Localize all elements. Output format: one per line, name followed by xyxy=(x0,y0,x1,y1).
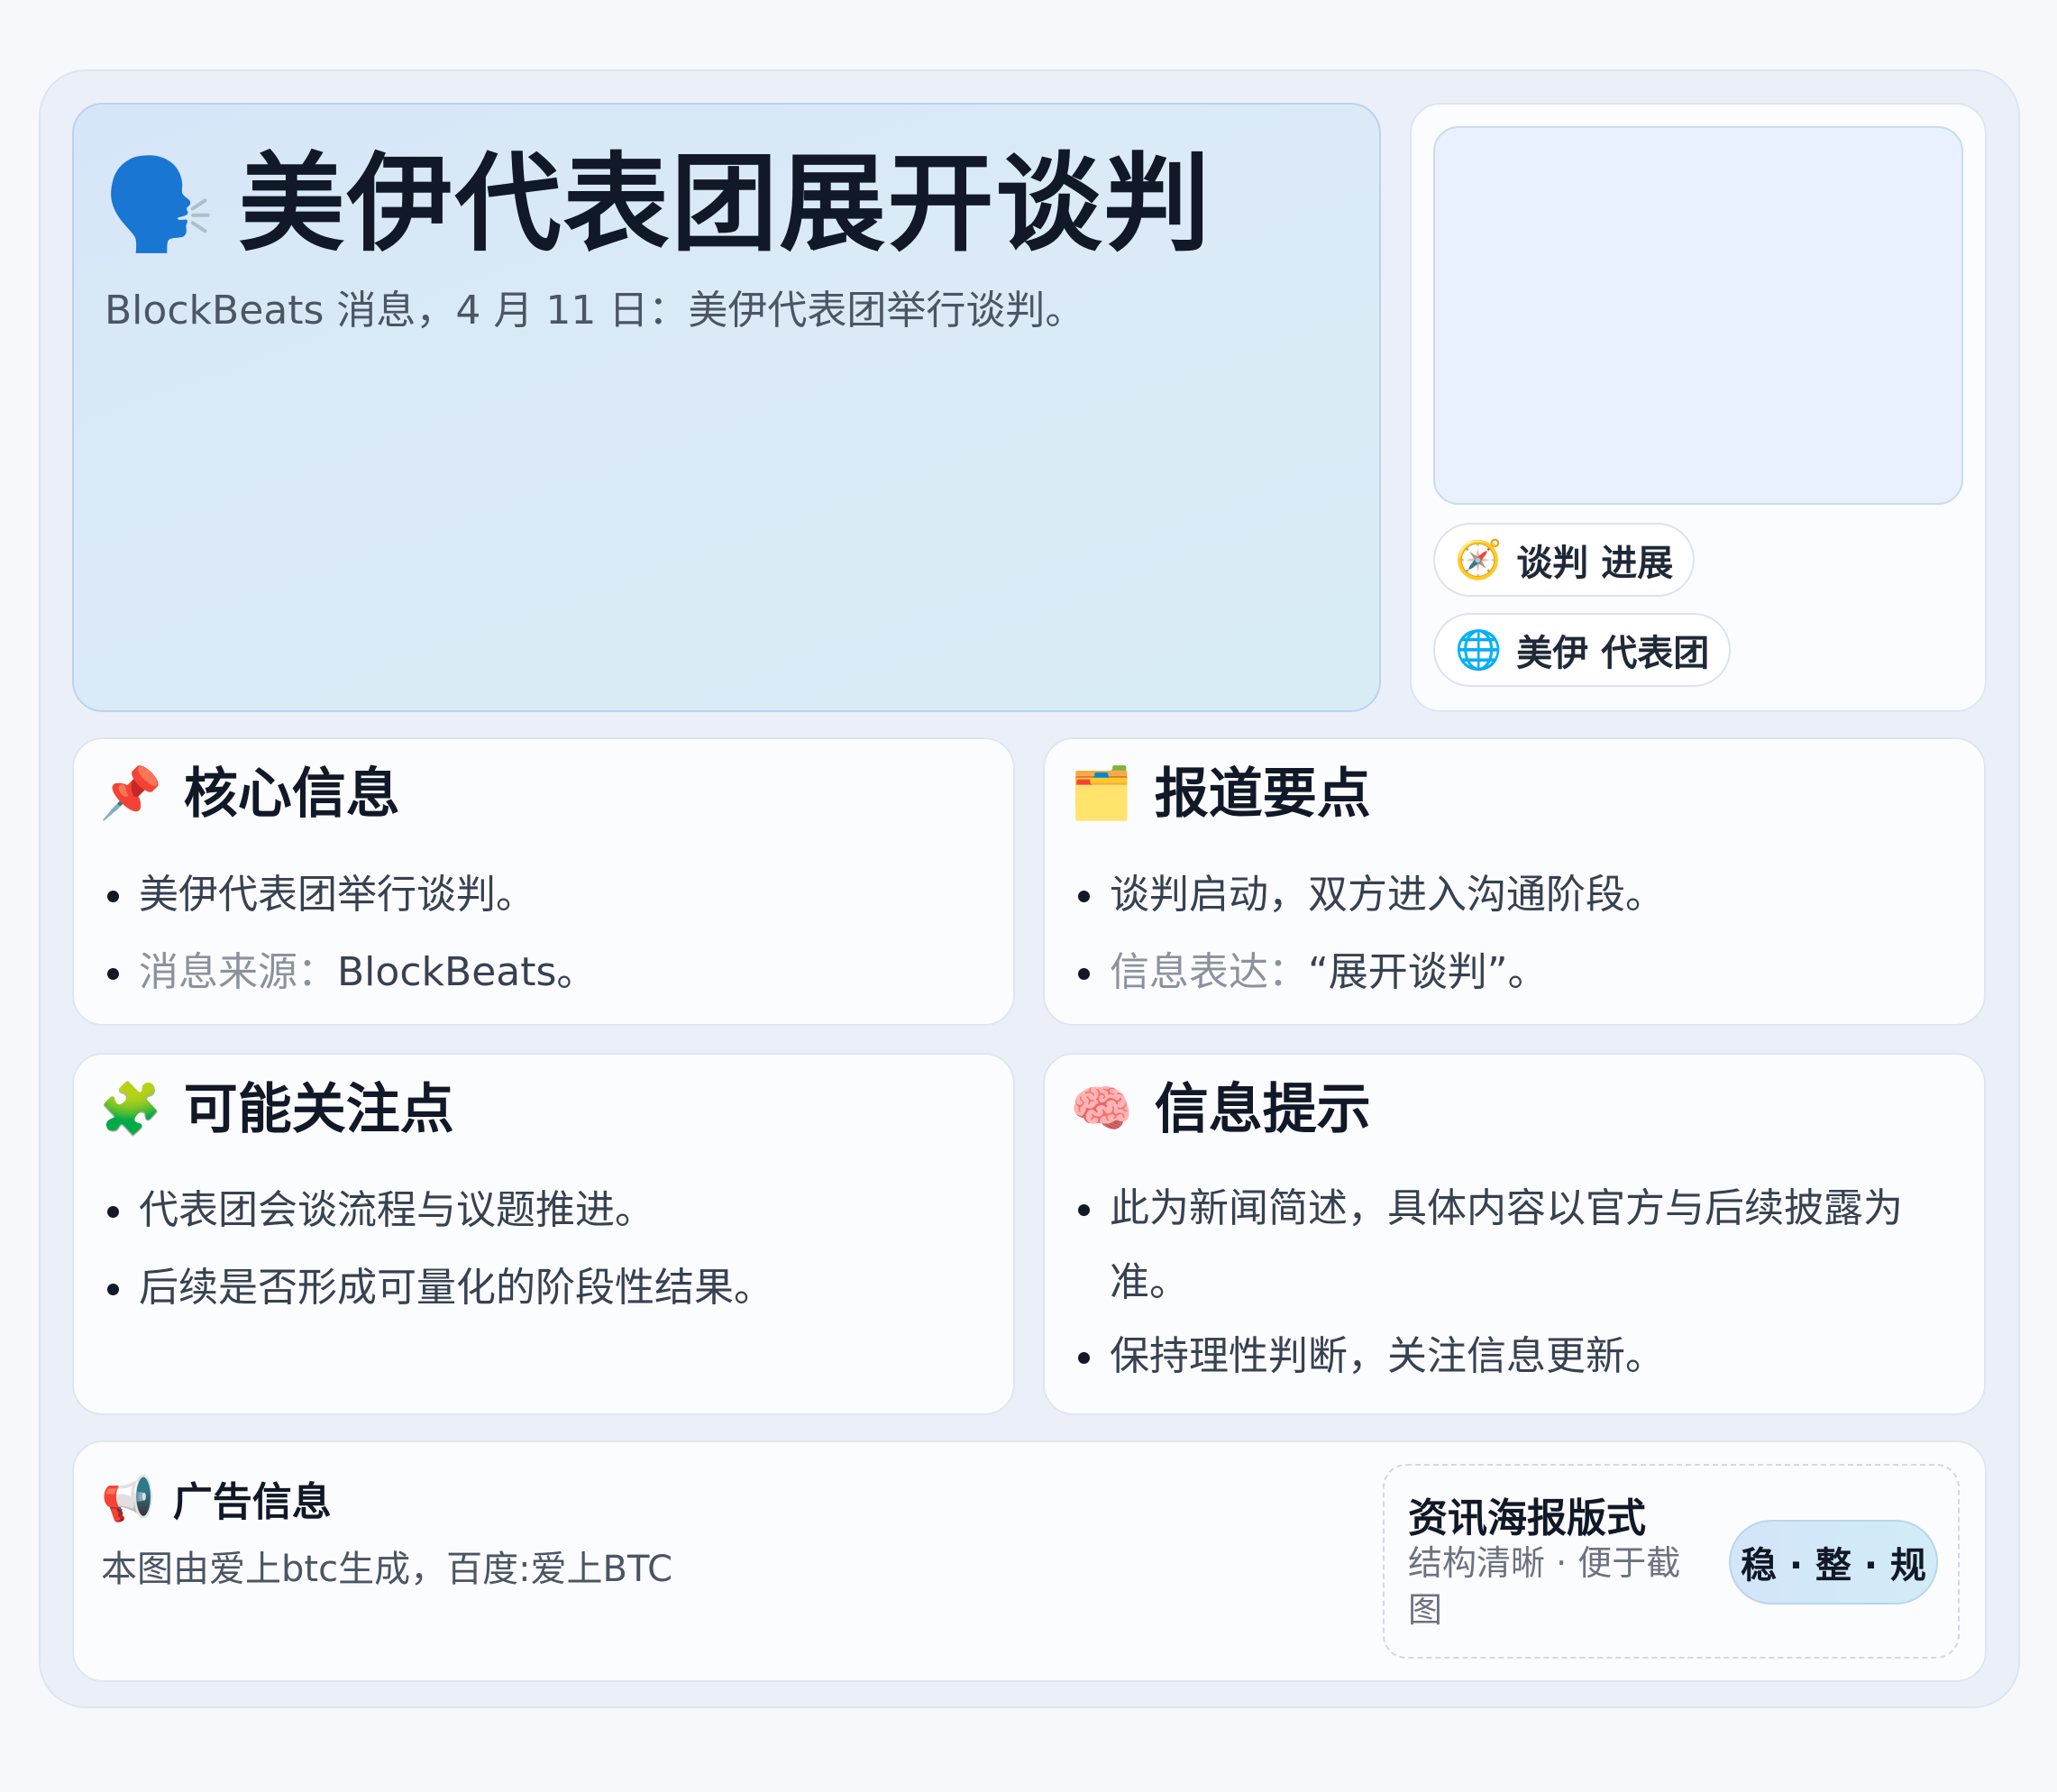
speaking-head-icon: 🗣️ xyxy=(103,151,215,257)
bullet-list: 美伊代表团举行谈判。 消息来源：BlockBeats。 xyxy=(137,856,977,1011)
list-item: 谈判启动，双方进入沟通阶段。 xyxy=(1108,856,1948,934)
compass-icon: 🧭 xyxy=(1455,537,1503,581)
list-item: 代表团会谈流程与议题推进。 xyxy=(137,1172,977,1249)
card-title-text: 报道要点 xyxy=(1154,763,1371,826)
tag-label: 谈判 进展 xyxy=(1516,543,1674,584)
card-focus-points: 🧩 可能关注点 代表团会谈流程与议题推进。 后续是否形成可量化的阶段性结果。 xyxy=(72,1053,1015,1415)
hero-title-row: 🗣️ 美伊代表团展开谈判 xyxy=(103,141,1212,269)
list-item: 信息表达：“展开谈判”。 xyxy=(1108,934,1948,1011)
ad-text: 本图由爱上btc生成，百度:爱上BTC xyxy=(101,1549,673,1590)
card-title-text: 可能关注点 xyxy=(183,1078,454,1141)
card-report-points: 🗂️ 报道要点 谈判启动，双方进入沟通阶段。 信息表达：“展开谈判”。 xyxy=(1043,737,1986,1026)
brain-icon: 🧠 xyxy=(1070,1079,1133,1138)
card-title: 📌 核心信息 xyxy=(99,759,400,829)
card-info-hint: 🧠 信息提示 此为新闻简述，具体内容以官方与后续披露为准。 保持理性判断，关注信… xyxy=(1043,1053,1986,1415)
bullet-list: 谈判启动，双方进入沟通阶段。 信息表达：“展开谈判”。 xyxy=(1108,856,1948,1011)
item-label: 消息来源： xyxy=(139,949,337,995)
page-subtitle: BlockBeats 消息，4 月 11 日：美伊代表团举行谈判。 xyxy=(105,288,1085,334)
side-panel: 🧭 谈判 进展 🌐 美伊 代表团 xyxy=(1410,103,1987,712)
bullet-list: 此为新闻简述，具体内容以官方与后续披露为准。 保持理性判断，关注信息更新。 xyxy=(1108,1172,1948,1394)
style-pill: 稳 · 整 · 规 xyxy=(1729,1520,1938,1605)
card-title-text: 核心信息 xyxy=(183,763,400,826)
pushpin-icon: 📌 xyxy=(99,763,162,823)
hero-banner: 🗣️ 美伊代表团展开谈判 BlockBeats 消息，4 月 11 日：美伊代表… xyxy=(72,103,1381,712)
card-core-info: 📌 核心信息 美伊代表团举行谈判。 消息来源：BlockBeats。 xyxy=(72,737,1015,1026)
tag-chip-progress: 🧭 谈判 进展 xyxy=(1433,523,1696,597)
card-title: 🧠 信息提示 xyxy=(1070,1074,1371,1145)
card-index-dividers-icon: 🗂️ xyxy=(1070,763,1133,823)
ad-title: 广告信息 xyxy=(172,1479,332,1525)
format-badge-box: 资讯海报版式 结构清晰 · 便于截图 稳 · 整 · 规 xyxy=(1383,1464,1960,1659)
list-item: 美伊代表团举行谈判。 xyxy=(137,856,977,934)
globe-icon: 🌐 xyxy=(1455,627,1503,672)
card-title: 🗂️ 报道要点 xyxy=(1070,759,1371,829)
list-item: 保持理性判断，关注信息更新。 xyxy=(1108,1320,1948,1394)
list-item: 消息来源：BlockBeats。 xyxy=(137,934,977,1011)
ad-heading: 📢 广告信息 xyxy=(101,1469,332,1527)
badge-subtitle: 结构清晰 · 便于截图 xyxy=(1408,1543,1681,1630)
badge-title: 资讯海报版式 xyxy=(1408,1495,1646,1541)
ad-section: 📢 广告信息 本图由爱上btc生成，百度:爱上BTC 资讯海报版式 结构清晰 ·… xyxy=(72,1440,1987,1682)
list-item: 此为新闻简述，具体内容以官方与后续披露为准。 xyxy=(1108,1172,1948,1320)
tag-chip-delegation: 🌐 美伊 代表团 xyxy=(1433,613,1732,687)
page-title: 美伊代表团展开谈判 xyxy=(238,142,1212,266)
megaphone-icon: 📢 xyxy=(101,1473,155,1524)
image-placeholder xyxy=(1433,126,1963,505)
item-label: 信息表达： xyxy=(1110,949,1308,995)
card-title-text: 信息提示 xyxy=(1154,1078,1371,1141)
bullet-list: 代表团会谈流程与议题推进。 后续是否形成可量化的阶段性结果。 xyxy=(137,1172,977,1327)
puzzle-piece-icon: 🧩 xyxy=(99,1079,162,1138)
card-title: 🧩 可能关注点 xyxy=(99,1074,454,1145)
tag-label: 美伊 代表团 xyxy=(1516,633,1710,674)
list-item: 后续是否形成可量化的阶段性结果。 xyxy=(137,1249,977,1327)
